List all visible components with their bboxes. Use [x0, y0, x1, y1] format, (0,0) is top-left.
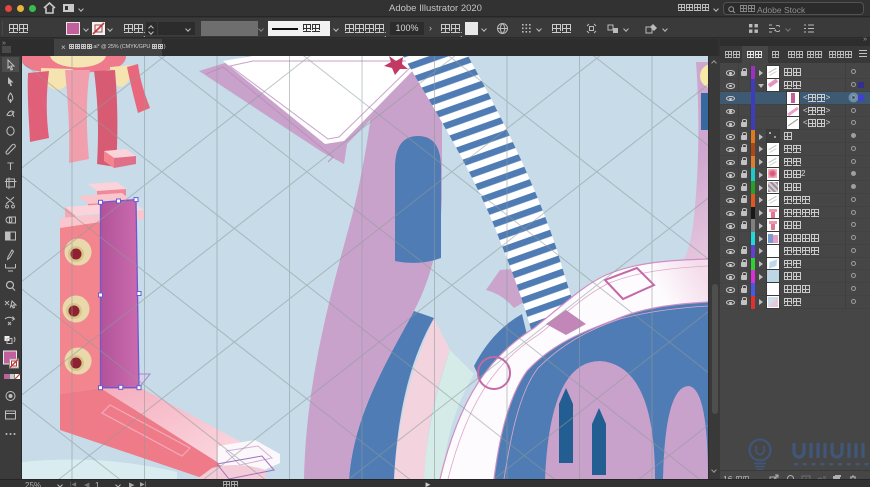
svg-text:T: T — [7, 161, 14, 173]
